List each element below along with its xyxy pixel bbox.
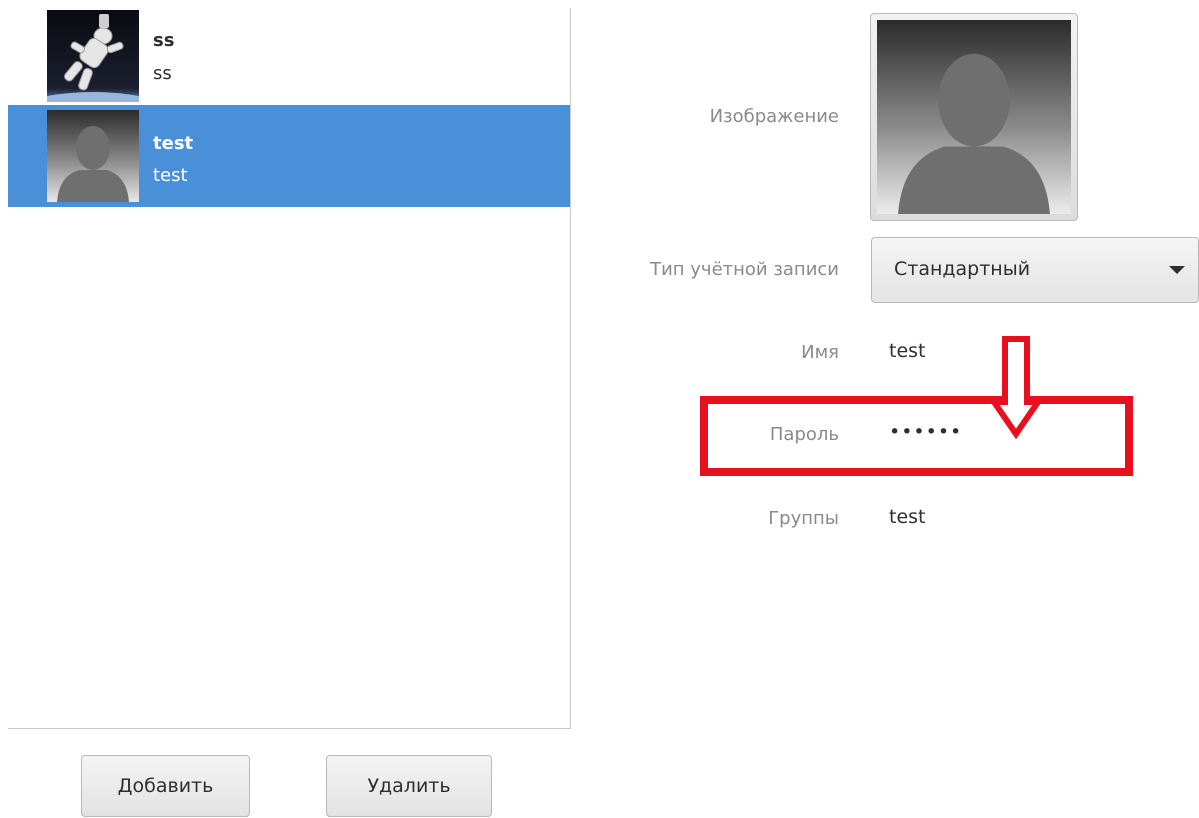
triangle-down-icon: [1166, 259, 1188, 285]
default-silhouette-avatar: [877, 20, 1071, 214]
user-username: ss: [153, 30, 175, 51]
account-type-dropdown[interactable]: Стандартный: [871, 237, 1199, 303]
user-list[interactable]: ss ss test test: [8, 8, 571, 729]
remove-user-button[interactable]: Удалить: [326, 755, 492, 817]
user-row-test[interactable]: test test: [8, 105, 570, 207]
astronaut-avatar: [47, 10, 139, 102]
arrow-down-icon: [988, 336, 1044, 440]
user-full-name: test: [153, 165, 188, 186]
user-full-name: ss: [153, 63, 172, 84]
user-row-ss[interactable]: ss ss: [8, 8, 570, 110]
password-value[interactable]: ••••••: [889, 421, 962, 443]
picture-label: Изображение: [709, 106, 839, 127]
user-picture-button[interactable]: [870, 13, 1078, 221]
name-label: Имя: [801, 342, 839, 363]
default-silhouette-avatar: [47, 110, 139, 202]
password-label: Пароль: [769, 424, 839, 445]
account-type-label: Тип учётной записи: [650, 259, 839, 280]
account-type-value: Стандартный: [894, 258, 1031, 280]
groups-label: Группы: [768, 508, 839, 529]
groups-value[interactable]: test: [889, 506, 926, 528]
add-user-button[interactable]: Добавить: [81, 755, 250, 817]
user-username: test: [153, 133, 194, 154]
name-value[interactable]: test: [889, 340, 926, 362]
